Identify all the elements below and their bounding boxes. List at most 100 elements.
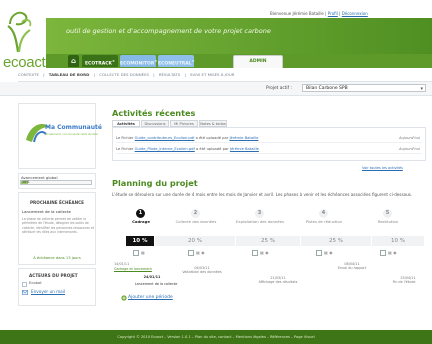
phase-actions: ▦ ◉ (188, 250, 205, 256)
section-nav: CONTEXTE | TABLEAU DE BORD | COLLECTE DE… (18, 70, 432, 82)
phase-start-date: 14/01/11 (114, 262, 130, 266)
mail-icon (22, 290, 28, 295)
next-milestone: Lancement de la collecte (134, 282, 178, 286)
deadline-title: PROCHAINE ÉCHÉANCE (29, 200, 85, 205)
activity-file-link[interactable]: Guide_Pilote_Interne_Ecolien.pdf (135, 147, 195, 151)
phase-checkbox[interactable] (188, 250, 194, 256)
settings-icon[interactable]: ◉ (393, 250, 397, 255)
tab-admin[interactable]: ADMIN (233, 55, 283, 68)
list-item: Le Fichier Guide_contributeurs_Ecolion.p… (116, 134, 422, 143)
header-tagline: outil de gestion et d'accompagnement de … (66, 27, 271, 35)
phase-name: Restitution (377, 219, 399, 224)
global-progress-bar (20, 180, 92, 185)
phase-actions: ▦ ◉ (380, 250, 397, 256)
user-bar: Bienvenue Jérémie Bataille | Profil | Dé… (270, 11, 368, 16)
activities-list (112, 127, 426, 161)
tab-econeutral[interactable]: ECONEUTRAL® (158, 55, 195, 67)
activity-file-link[interactable]: Guide_contributeurs_Ecolion.pdf (135, 136, 195, 140)
tab-ecomonitor[interactable]: ECOMONITOR® (120, 55, 158, 67)
home-tab[interactable]: ⌂ (68, 55, 79, 67)
subnav-tableau-de-bord[interactable]: TABLEAU DE BORD (49, 72, 90, 77)
phase-percentage: 10 % (372, 236, 425, 246)
tab-ecomonitor-label: ECOMONITOR (120, 61, 155, 67)
activity-user-link[interactable]: Jérémie Bataille (229, 136, 258, 140)
phase-milestone: Envoi du rapport (337, 266, 367, 270)
calendar-icon[interactable]: ▦ (196, 250, 200, 255)
deadline-due: À échéance dans 13 jours (33, 256, 81, 260)
planning-title: Planning du projet (112, 178, 198, 188)
activity-prefix: Le Fichier (116, 136, 134, 140)
subnav-resultats[interactable]: RÉSULTATS (159, 72, 180, 77)
tab-ecotrack-mark: ® (112, 59, 115, 63)
tab-discussions[interactable]: Discussions (141, 120, 169, 127)
phase-name: Exploitation des données (236, 219, 284, 224)
ecoact-logo-icon (7, 11, 32, 53)
org-logo-sub: Simplement, communauté verte durable (45, 133, 98, 136)
phase-number: 4 (319, 209, 328, 218)
phase-checkbox[interactable] (380, 250, 386, 256)
activity-date: Aujourd'hui (398, 136, 420, 140)
tab-econeutral-label: ECONEUTRAL (158, 61, 192, 67)
phase-name: Pistes de réduction (305, 219, 343, 224)
tab-ecotrack[interactable]: ECOTRACK® (82, 55, 118, 67)
milestone-done-link[interactable]: Cadrage et lancement (114, 267, 154, 271)
actor-name: Ecobot (29, 281, 42, 285)
next-deadline-panel: PROCHAINE ÉCHÉANCE Lancement de la colle… (18, 192, 96, 265)
activity-mid: a été uploadé par (195, 136, 229, 140)
project-actors-panel: ACTEURS DU PROJET Ecobot Envoyer un mail (18, 268, 96, 306)
phase-actions: ▦ ◉ (316, 250, 333, 256)
phase-number: 5 (383, 209, 392, 218)
settings-icon[interactable]: ◉ (265, 250, 269, 255)
phase-name: Cadrage (132, 219, 150, 224)
phase-number: 3 (255, 209, 264, 218)
project-select[interactable]: Bilan Carbone SPB (302, 84, 426, 93)
user-icon (22, 282, 27, 287)
subnav-suivi[interactable]: SUIVI ET MISES À JOUR (190, 72, 234, 77)
calendar-icon[interactable]: ▦ (324, 250, 328, 255)
add-period-link[interactable]: Ajouter une période (128, 295, 173, 300)
settings-icon[interactable]: ◉ (329, 250, 333, 255)
logout-link[interactable]: Déconnexion (342, 11, 368, 16)
phase-end-date: 24/01/11 (143, 275, 161, 279)
calendar-icon[interactable]: ▦ (260, 250, 264, 255)
subnav-separator: | (184, 72, 186, 77)
global-progress-value: 10% (22, 180, 30, 184)
tab-pictures[interactable]: Mi Pictures (170, 120, 198, 127)
profile-link[interactable]: Profil (328, 11, 338, 16)
add-icon[interactable] (121, 295, 127, 301)
subnav-contexte[interactable]: CONTEXTE (18, 72, 39, 77)
user-greeting: Bienvenue Jérémie Bataille (270, 11, 324, 16)
house-icon: ⌂ (70, 57, 76, 65)
see-all-activities-link[interactable]: Voir toutes les activités (362, 166, 403, 170)
phase-number: 2 (191, 209, 200, 218)
subnav-collecte[interactable]: COLLECTE DES DONNÉES (99, 72, 149, 77)
deadline-item-title: Lancement de la collecte (22, 209, 71, 214)
phase-checkbox[interactable] (133, 250, 139, 256)
subnav-separator: | (153, 72, 155, 77)
phase-milestone: Fin de l'étude (392, 280, 416, 284)
list-item: Le Fichier Guide_Pilote_Interne_Ecolien.… (116, 145, 422, 154)
settings-icon[interactable]: ◉ (201, 250, 205, 255)
activity-prefix: Le Fichier (116, 147, 134, 151)
activity-date: Aujourd'hui (398, 147, 420, 151)
actors-title: ACTEURS DU PROJET (29, 273, 78, 278)
page-footer: Copyright © 2010 Ecoact – Version 1.0.1 … (0, 330, 432, 344)
ecoact-logo-text[interactable]: ecoact (3, 54, 46, 71)
deadline-text: La phase de collecte permet de valider l… (22, 217, 94, 234)
send-mail-link[interactable]: Envoyer un mail (31, 289, 65, 294)
phase-checkbox[interactable] (316, 250, 322, 256)
tab-ecotrack-label: ECOTRACK (84, 61, 112, 67)
tab-ecomonitor-mark: ® (154, 59, 158, 63)
planning-description: L'étude se déroulera sur une durée de 4 … (112, 192, 413, 197)
tab-notes[interactable]: Notes & todos (199, 120, 227, 127)
phase-actions: ▦ ◉ (252, 250, 269, 256)
phase-checkbox[interactable] (252, 250, 258, 256)
phase-name: Collecte des données (175, 219, 217, 224)
calendar-icon[interactable]: ▦ (388, 250, 392, 255)
phase-milestone: Affichage des résultats (258, 280, 298, 284)
subnav-separator: | (93, 72, 95, 77)
activity-user-link[interactable]: Jérémie Bataille (230, 147, 259, 151)
calendar-icon[interactable]: ▦ (141, 250, 145, 255)
phase-number: 1 (136, 209, 145, 218)
tab-activites[interactable]: Activités (112, 120, 140, 127)
